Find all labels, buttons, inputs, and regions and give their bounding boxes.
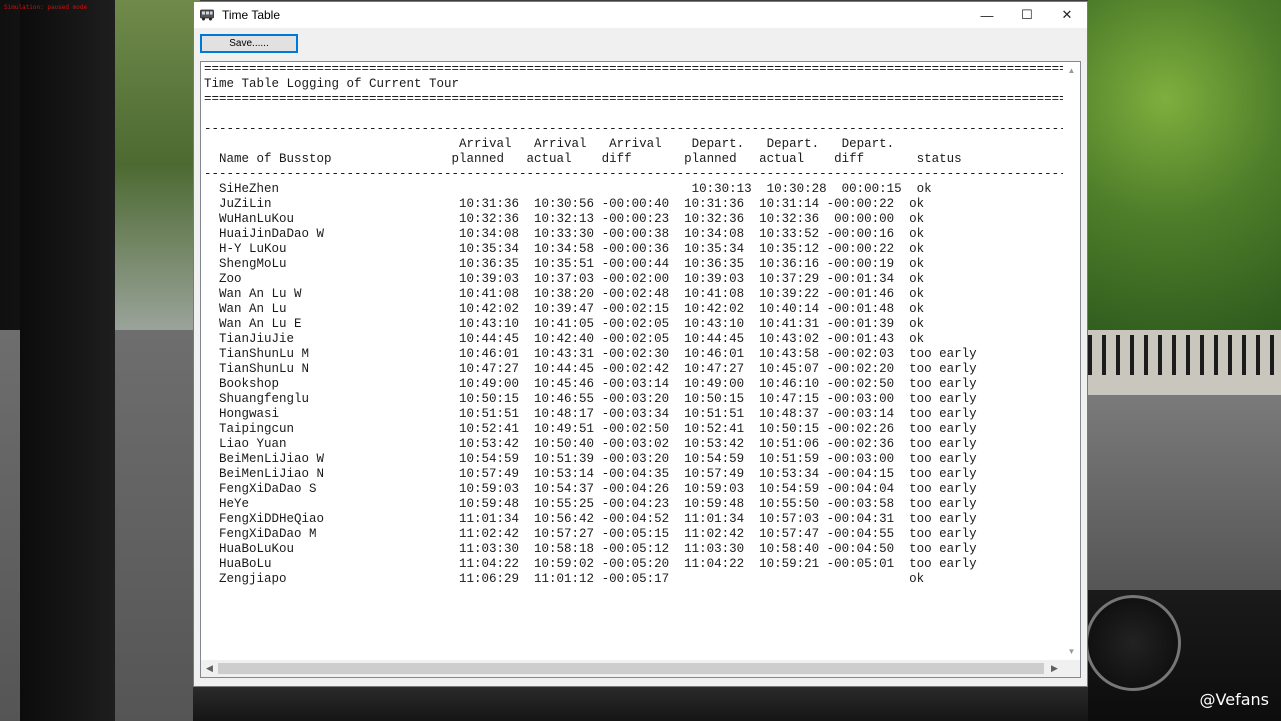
log-line: FengXiDDHeQiao 11:01:34 10:56:42 -00:04:… [204,512,977,526]
road-right [1088,395,1281,595]
log-line: Hongwasi 10:51:51 10:48:17 -00:03:34 10:… [204,407,977,421]
maximize-button[interactable]: ☐ [1007,2,1047,28]
log-line: Wan An Lu 10:42:02 10:39:47 -00:02:15 10… [204,302,925,316]
log-line: ShengMoLu 10:36:35 10:35:51 -00:00:44 10… [204,257,925,271]
game-scene: Simulation: paused mode @Vefans Time Tab… [0,0,1281,721]
scroll-up-icon[interactable]: ▲ [1063,62,1080,79]
trees-right [1088,0,1281,330]
dashboard-bottom [193,687,1088,721]
log-line: JuZiLin 10:31:36 10:30:56 -00:00:40 10:3… [204,197,925,211]
bus-a-pillar [20,0,115,721]
log-line: ========================================… [204,62,1064,76]
log-line: Name of Busstop planned actual diff plan… [204,152,962,166]
log-line: Arrival Arrival Arrival Depart. Depart. … [204,137,895,151]
log-line: Time Table Logging of Current Tour [204,77,460,91]
log-line: Zengjiapo 11:06:29 11:01:12 -00:05:17 ok [204,572,925,586]
maximize-icon: ☐ [1021,7,1033,22]
log-line: Liao Yuan 10:53:42 10:50:40 -00:03:02 10… [204,437,977,451]
save-button[interactable]: Save...... [200,34,298,53]
toolbar: Save...... [194,28,1087,58]
log-line: Wan An Lu W 10:41:08 10:38:20 -00:02:48 … [204,287,925,301]
log-text-area[interactable]: ========================================… [200,61,1081,678]
log-line: SiHeZhen 10:30:13 10:30:28 00:00:15 ok [204,182,932,196]
fence-right [1088,335,1281,375]
log-text-content[interactable]: ========================================… [204,62,1064,660]
log-line: Wan An Lu E 10:43:10 10:41:05 -00:02:05 … [204,317,925,331]
window-controls: — ☐ ✕ [967,2,1087,28]
log-line: FengXiDaDao S 10:59:03 10:54:37 -00:04:2… [204,482,977,496]
log-line: BeiMenLiJiao W 10:54:59 10:51:39 -00:03:… [204,452,977,466]
close-button[interactable]: ✕ [1047,2,1087,28]
log-line: Bookshop 10:49:00 10:45:46 -00:03:14 10:… [204,377,977,391]
horizontal-scrollbar[interactable]: ◀ ▶ [201,660,1063,677]
title-bar[interactable]: Time Table — ☐ ✕ [194,2,1087,28]
log-line: FengXiDaDao M 11:02:42 10:57:27 -00:05:1… [204,527,977,541]
scrollbar-corner [1063,660,1080,677]
minimize-icon: — [980,7,994,23]
scroll-down-icon[interactable]: ▼ [1063,643,1080,660]
log-line: Shuangfenglu 10:50:15 10:46:55 -00:03:20… [204,392,977,406]
log-line: TianJiuJie 10:44:45 10:42:40 -00:02:05 1… [204,332,925,346]
log-line: BeiMenLiJiao N 10:57:49 10:53:14 -00:04:… [204,467,977,481]
log-line: HuaiJinDaDao W 10:34:08 10:33:30 -00:00:… [204,227,925,241]
scroll-right-icon[interactable]: ▶ [1046,660,1063,677]
vertical-scrollbar[interactable]: ▲ ▼ [1063,62,1080,660]
log-line: HuaBoLu 11:04:22 10:59:02 -00:05:20 11:0… [204,557,977,571]
log-line: Zoo 10:39:03 10:37:03 -00:02:00 10:39:03… [204,272,925,286]
close-icon: ✕ [1061,7,1073,22]
watermark: @Vefans [1199,690,1269,709]
log-line: ========================================… [204,92,1064,106]
log-line: WuHanLuKou 10:32:36 10:32:13 -00:00:23 1… [204,212,925,226]
bus-app-icon [200,9,214,21]
log-line: HeYe 10:59:48 10:55:25 -00:04:23 10:59:4… [204,497,977,511]
horizontal-scroll-thumb[interactable] [218,663,1044,674]
log-line: ----------------------------------------… [204,167,1064,181]
log-line: ----------------------------------------… [204,122,1064,136]
log-line: H-Y LuKou 10:35:34 10:34:58 -00:00:36 10… [204,242,925,256]
simulation-status-text: Simulation: paused mode [4,4,88,11]
minimize-button[interactable]: — [967,2,1007,28]
speedometer-gauge [1085,595,1181,691]
log-line: HuaBoLuKou 11:03:30 10:58:18 -00:05:12 1… [204,542,977,556]
time-table-window: Time Table — ☐ ✕ Save...... ============… [193,1,1088,687]
log-line: TianShunLu N 10:47:27 10:44:45 -00:02:42… [204,362,977,376]
window-title: Time Table [222,8,281,22]
log-line: Taipingcun 10:52:41 10:49:51 -00:02:50 1… [204,422,977,436]
scroll-left-icon[interactable]: ◀ [201,660,218,677]
bus-side-window [110,0,200,330]
log-line: TianShunLu M 10:46:01 10:43:31 -00:02:30… [204,347,977,361]
